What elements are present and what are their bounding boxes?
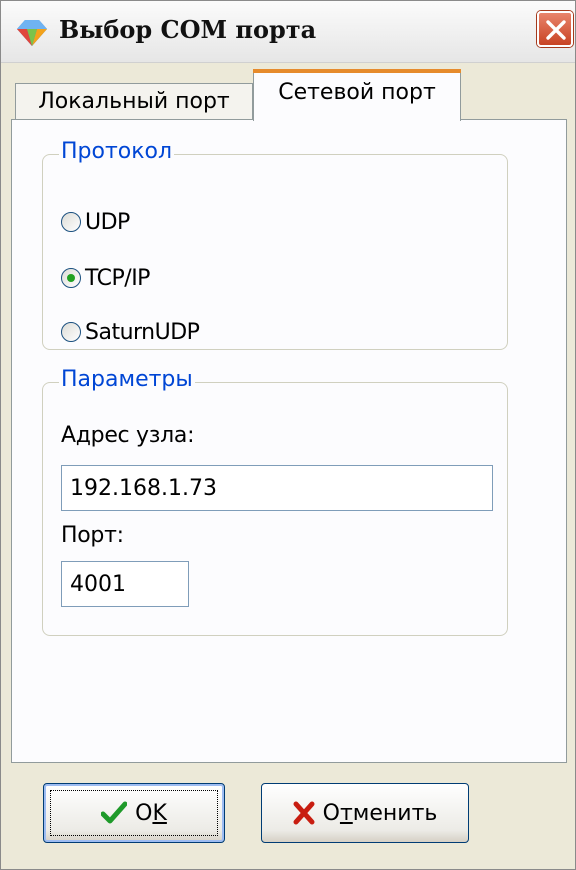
com-port-dialog: Выбор COM порта Локальный порт Сетевой п…: [0, 0, 576, 870]
radio-saturnudp-circle[interactable]: [61, 322, 81, 342]
network-port-panel: Протокол UDP TCP/IP SaturnUDP Параметры …: [11, 119, 567, 763]
focus-rectangle: [50, 790, 218, 836]
protocol-group: Протокол UDP TCP/IP SaturnUDP: [42, 139, 508, 350]
close-button[interactable]: [537, 11, 573, 47]
parameters-legend: Параметры: [59, 367, 195, 392]
tab-network-port[interactable]: Сетевой порт: [253, 69, 461, 121]
ok-button[interactable]: OK: [43, 783, 225, 843]
port-label: Порт:: [61, 523, 124, 548]
parameters-group: Параметры Адрес узла: 192.168.1.73 Порт:…: [42, 367, 508, 636]
radio-udp-label: UDP: [85, 209, 130, 235]
tab-network-port-label: Сетевой порт: [278, 80, 436, 105]
title-bar[interactable]: Выбор COM порта: [1, 1, 575, 63]
radio-saturnudp-label: SaturnUDP: [85, 319, 200, 345]
radio-udp-circle[interactable]: [61, 212, 81, 232]
close-icon: [546, 20, 566, 40]
radio-tcpip-circle[interactable]: [61, 268, 81, 288]
protocol-legend: Протокол: [59, 139, 175, 164]
cancel-button-label: Отменить: [322, 800, 438, 826]
radio-saturnudp[interactable]: SaturnUDP: [61, 317, 200, 347]
radio-tcpip[interactable]: TCP/IP: [61, 263, 150, 293]
host-address-input[interactable]: 192.168.1.73: [61, 465, 493, 511]
host-address-label: Адрес узла:: [61, 423, 195, 448]
app-diamond-icon: [15, 15, 49, 49]
radio-tcpip-label: TCP/IP: [85, 265, 150, 291]
radio-udp[interactable]: UDP: [61, 207, 130, 237]
x-mark-icon: [293, 801, 315, 825]
tab-local-port-label: Локальный порт: [38, 89, 230, 114]
cancel-button[interactable]: Отменить: [261, 783, 469, 843]
tab-local-port[interactable]: Локальный порт: [15, 83, 253, 119]
window-title: Выбор COM порта: [59, 15, 317, 44]
port-input[interactable]: 4001: [61, 561, 189, 607]
